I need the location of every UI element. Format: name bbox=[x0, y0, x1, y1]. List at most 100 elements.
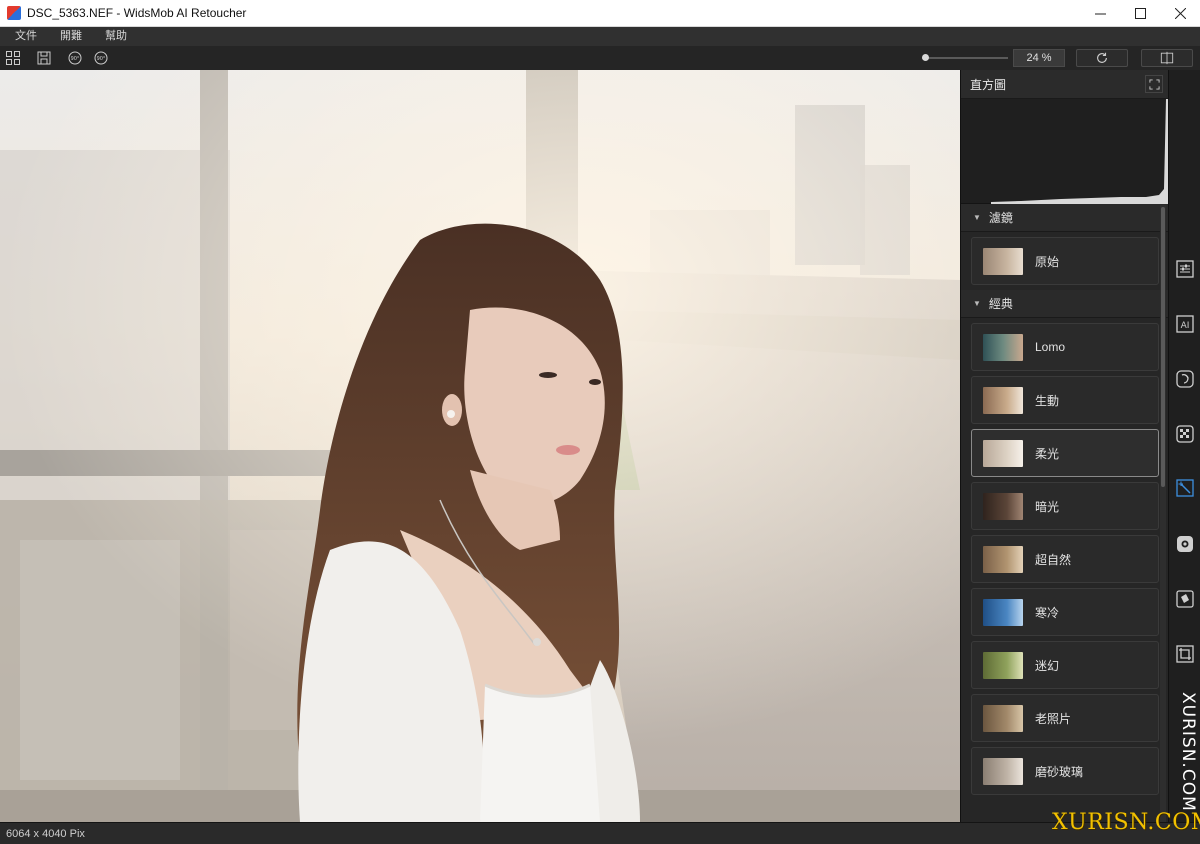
settings-gear-icon bbox=[1177, 536, 1193, 552]
rotate-left-button[interactable]: 90° bbox=[66, 49, 84, 67]
close-icon bbox=[1174, 8, 1186, 19]
section-title: 濾鏡 bbox=[988, 211, 1013, 225]
filter-label: 柔光 bbox=[1035, 446, 1060, 461]
reset-button[interactable] bbox=[1076, 49, 1128, 67]
filter-label: 超自然 bbox=[1035, 552, 1072, 567]
zoom-percent-field[interactable]: 24 % bbox=[1013, 49, 1065, 67]
zoom-slider-track[interactable] bbox=[922, 57, 1008, 59]
filter-thumbnail bbox=[983, 704, 1023, 732]
adjust-sliders-icon bbox=[1176, 260, 1194, 278]
image-dimensions: 6064 x 4040 Pix bbox=[6, 827, 85, 840]
histogram bbox=[961, 99, 1168, 204]
filter-tool-button[interactable] bbox=[1174, 477, 1196, 499]
layers-tool-button[interactable] bbox=[1174, 588, 1196, 610]
histogram-graph bbox=[991, 99, 1168, 204]
save-button[interactable] bbox=[35, 49, 53, 67]
minimize-icon bbox=[1094, 13, 1106, 15]
filter-thumbnail bbox=[983, 333, 1023, 361]
filter-label: 磨砂玻璃 bbox=[1035, 764, 1084, 779]
settings-tool-button[interactable] bbox=[1174, 533, 1196, 555]
filter-item-old-photo[interactable]: 老照片 bbox=[971, 694, 1159, 742]
compare-icon bbox=[1160, 51, 1174, 65]
filter-thumbnail bbox=[983, 247, 1023, 275]
maximize-button[interactable] bbox=[1120, 0, 1160, 27]
filter-thumbnail bbox=[983, 492, 1023, 520]
filter-list-classic: Lomo 生動 柔光 暗光 超自然 寒冷 迷幻 老照片 磨砂玻璃 bbox=[961, 323, 1168, 795]
zoom-slider-handle[interactable] bbox=[922, 54, 929, 61]
window-controls bbox=[1080, 0, 1200, 27]
svg-text:90°: 90° bbox=[71, 56, 80, 62]
menu-help[interactable]: 幫助 bbox=[97, 27, 135, 46]
watermark-corner: XURISN.COM bbox=[1052, 810, 1200, 835]
title-bar: DSC_5363.NEF - WidsMob AI Retoucher bbox=[0, 0, 1200, 27]
maximize-icon bbox=[1134, 8, 1146, 19]
layers-icon bbox=[1176, 590, 1194, 608]
grid-icon bbox=[6, 51, 20, 65]
svg-text:AI: AI bbox=[1181, 321, 1190, 331]
section-classic[interactable]: ▼ 經典 bbox=[961, 290, 1168, 318]
grid-view-button[interactable] bbox=[4, 49, 22, 67]
filter-thumbnail bbox=[983, 757, 1023, 785]
filter-item-vivid[interactable]: 生動 bbox=[971, 376, 1159, 424]
photo-canvas[interactable] bbox=[0, 70, 960, 822]
filter-thumbnail bbox=[983, 545, 1023, 573]
filters-panel: 直方圖 ▼ 濾鏡 原始 ▼ 經典 Lomo 生動 柔光 暗光 超自然 寒冷 迷幻… bbox=[960, 70, 1168, 822]
adjust-tool-button[interactable] bbox=[1174, 258, 1196, 280]
section-title: 經典 bbox=[988, 297, 1013, 311]
app-logo-icon bbox=[7, 6, 21, 20]
rotate-right-90-icon: 90° bbox=[94, 51, 108, 65]
magic-wand-icon bbox=[1176, 479, 1194, 497]
filter-item-lomo[interactable]: Lomo bbox=[971, 323, 1159, 371]
refresh-icon bbox=[1097, 52, 1107, 63]
face-tool-button[interactable] bbox=[1174, 368, 1196, 390]
crop-icon bbox=[1176, 645, 1194, 663]
collapse-caret-icon: ▼ bbox=[973, 299, 981, 308]
menu-open[interactable]: 開難 bbox=[52, 27, 90, 46]
ai-icon: AI bbox=[1176, 315, 1194, 333]
filter-list-basic: 原始 bbox=[961, 237, 1168, 290]
save-icon bbox=[37, 51, 51, 65]
filter-item-soft-light[interactable]: 柔光 bbox=[971, 429, 1159, 477]
filter-item-original[interactable]: 原始 bbox=[971, 237, 1159, 285]
filter-item-cold[interactable]: 寒冷 bbox=[971, 588, 1159, 636]
collapse-caret-icon: ▼ bbox=[973, 213, 981, 222]
filter-thumbnail bbox=[983, 651, 1023, 679]
histogram-title: 直方圖 bbox=[970, 77, 1007, 92]
filter-item-psychedelic[interactable]: 迷幻 bbox=[971, 641, 1159, 689]
rotate-left-90-icon: 90° bbox=[68, 51, 82, 65]
crop-tool-button[interactable] bbox=[1174, 643, 1196, 665]
filter-item-dark-light[interactable]: 暗光 bbox=[971, 482, 1159, 530]
face-icon bbox=[1176, 370, 1194, 388]
filter-thumbnail bbox=[983, 386, 1023, 414]
status-bar: 6064 x 4040 Pix bbox=[0, 822, 1200, 844]
filter-label: 迷幻 bbox=[1035, 658, 1060, 673]
expand-icon bbox=[1148, 78, 1160, 90]
filter-label: 生動 bbox=[1035, 393, 1060, 408]
filter-label: Lomo bbox=[1035, 340, 1066, 354]
noise-tool-button[interactable] bbox=[1174, 423, 1196, 445]
rotate-right-button[interactable]: 90° bbox=[92, 49, 110, 67]
compare-button[interactable] bbox=[1141, 49, 1193, 67]
filter-item-frosted-glass[interactable]: 磨砂玻璃 bbox=[971, 747, 1159, 795]
histogram-header: 直方圖 bbox=[961, 70, 1168, 99]
menu-file[interactable]: 文件 bbox=[7, 27, 45, 46]
svg-text:90°: 90° bbox=[97, 56, 106, 62]
watermark-vertical: XURISN.COM bbox=[1178, 692, 1198, 812]
toolbar: 90° 90° 24 % bbox=[0, 46, 1200, 70]
photo-preview bbox=[0, 70, 960, 822]
window-title: DSC_5363.NEF - WidsMob AI Retoucher bbox=[27, 6, 247, 20]
expand-histogram-button[interactable] bbox=[1145, 75, 1163, 93]
menu-bar: 文件 開難 幫助 bbox=[0, 27, 1200, 46]
filter-thumbnail bbox=[983, 598, 1023, 626]
section-filters[interactable]: ▼ 濾鏡 bbox=[961, 204, 1168, 232]
filter-label: 寒冷 bbox=[1035, 605, 1060, 620]
noise-icon bbox=[1176, 425, 1194, 443]
close-button[interactable] bbox=[1160, 0, 1200, 27]
filter-label: 暗光 bbox=[1035, 499, 1060, 514]
minimize-button[interactable] bbox=[1080, 0, 1120, 27]
panel-scrollbar-thumb[interactable] bbox=[1161, 207, 1165, 487]
filter-label: 老照片 bbox=[1035, 711, 1072, 726]
ai-tool-button[interactable]: AI bbox=[1174, 313, 1196, 335]
filter-item-supernatural[interactable]: 超自然 bbox=[971, 535, 1159, 583]
filter-thumbnail bbox=[983, 439, 1023, 467]
